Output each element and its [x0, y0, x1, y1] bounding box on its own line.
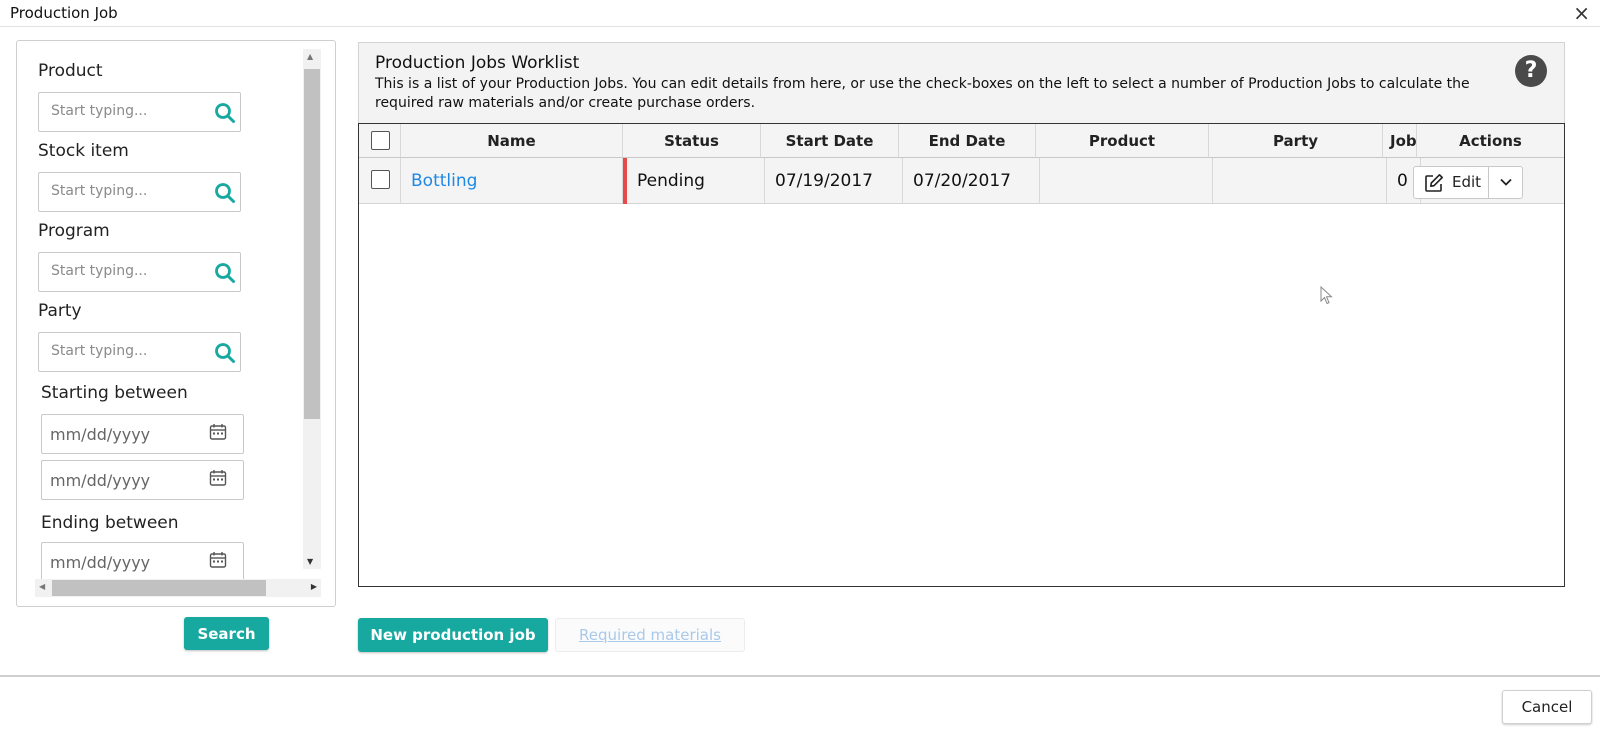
product-label: Product [38, 61, 103, 81]
calendar-icon[interactable] [209, 551, 227, 569]
stock-item-label: Stock item [38, 141, 129, 161]
window-title: Production Job [10, 4, 118, 22]
scroll-left-arrow-icon[interactable]: ◀ [39, 582, 45, 591]
product-placeholder: Start typing... [51, 103, 148, 119]
column-header-name[interactable]: Name [401, 124, 623, 158]
job-name-link[interactable]: Bottling [411, 171, 477, 191]
starting-to-date-input[interactable]: mm/dd/yyyy [41, 460, 244, 500]
search-icon[interactable] [214, 102, 236, 124]
column-header-job[interactable]: Job [1383, 124, 1417, 158]
worklist-title: Production Jobs Worklist [375, 53, 580, 73]
party-label: Party [38, 301, 82, 321]
production-jobs-table: Name Status Start Date End Date Product … [358, 123, 1565, 587]
horizontal-scroll-thumb[interactable] [52, 580, 266, 596]
filter-panel: Product Start typing... Stock item Start… [16, 40, 336, 607]
stock-item-input[interactable]: Start typing... [38, 172, 241, 212]
column-header-party[interactable]: Party [1209, 124, 1383, 158]
table-row-party [1213, 158, 1387, 204]
calendar-icon[interactable] [209, 469, 227, 487]
search-icon[interactable] [214, 262, 236, 284]
edit-label: Edit [1452, 173, 1482, 191]
party-input[interactable]: Start typing... [38, 332, 241, 372]
table-row-name: Bottling [401, 158, 623, 204]
column-header-status[interactable]: Status [623, 124, 761, 158]
column-header-end-date[interactable]: End Date [899, 124, 1036, 158]
table-row-select [359, 158, 401, 204]
edit-button[interactable]: Edit [1414, 167, 1489, 198]
edit-icon [1425, 174, 1443, 192]
row-checkbox[interactable] [371, 170, 390, 189]
edit-button-group: Edit [1413, 166, 1523, 199]
table-row-product [1040, 158, 1213, 204]
column-header-start-date[interactable]: Start Date [761, 124, 899, 158]
ending-between-label: Ending between [41, 513, 179, 533]
program-placeholder: Start typing... [51, 263, 148, 279]
starting-from-date-input[interactable]: mm/dd/yyyy [41, 414, 244, 454]
scroll-right-arrow-icon[interactable]: ▶ [311, 582, 317, 591]
dialog-footer: Cancel [0, 675, 1600, 736]
search-button[interactable]: Search [184, 617, 269, 650]
calendar-icon[interactable] [209, 423, 227, 441]
table-row-end-date: 07/20/2017 [903, 158, 1040, 204]
filter-horizontal-scrollbar[interactable]: ◀ ▶ [35, 579, 321, 597]
product-input[interactable]: Start typing... [38, 92, 241, 132]
starting-to-placeholder: mm/dd/yyyy [50, 471, 151, 490]
select-all-checkbox[interactable] [371, 131, 390, 150]
chevron-down-icon [1500, 178, 1512, 186]
filter-vertical-scrollbar[interactable]: ▲ ▼ [303, 49, 321, 569]
select-all-header [359, 124, 401, 158]
party-placeholder: Start typing... [51, 343, 148, 359]
starting-between-label: Starting between [41, 383, 188, 403]
cancel-button[interactable]: Cancel [1502, 690, 1592, 724]
column-header-product[interactable]: Product [1036, 124, 1209, 158]
ending-from-placeholder: mm/dd/yyyy [50, 553, 151, 572]
scroll-down-arrow-icon[interactable]: ▼ [307, 557, 313, 566]
stock-item-placeholder: Start typing... [51, 183, 148, 199]
table-row-status: Pending [627, 158, 765, 204]
scroll-up-arrow-icon[interactable]: ▲ [307, 52, 313, 61]
column-header-actions: Actions [1417, 124, 1564, 158]
search-icon[interactable] [214, 342, 236, 364]
close-icon[interactable]: × [1573, 3, 1590, 23]
mouse-cursor-icon [1320, 286, 1333, 305]
new-production-job-button[interactable]: New production job [358, 618, 548, 652]
program-input[interactable]: Start typing... [38, 252, 241, 292]
table-row-start-date: 07/19/2017 [765, 158, 903, 204]
program-label: Program [38, 221, 110, 241]
filter-scroll-area: Product Start typing... Stock item Start… [17, 41, 301, 581]
help-icon[interactable]: ? [1515, 55, 1547, 87]
ending-from-date-input[interactable]: mm/dd/yyyy [41, 542, 244, 581]
starting-from-placeholder: mm/dd/yyyy [50, 425, 151, 444]
edit-dropdown-toggle[interactable] [1489, 167, 1523, 198]
search-icon[interactable] [214, 182, 236, 204]
vertical-scroll-thumb[interactable] [304, 69, 320, 419]
required-materials-button[interactable]: Required materials [555, 618, 745, 652]
worklist-panel: Production Jobs Worklist This is a list … [358, 42, 1565, 587]
worklist-description: This is a list of your Production Jobs. … [375, 76, 1470, 111]
window-titlebar: Production Job × [0, 0, 1600, 27]
